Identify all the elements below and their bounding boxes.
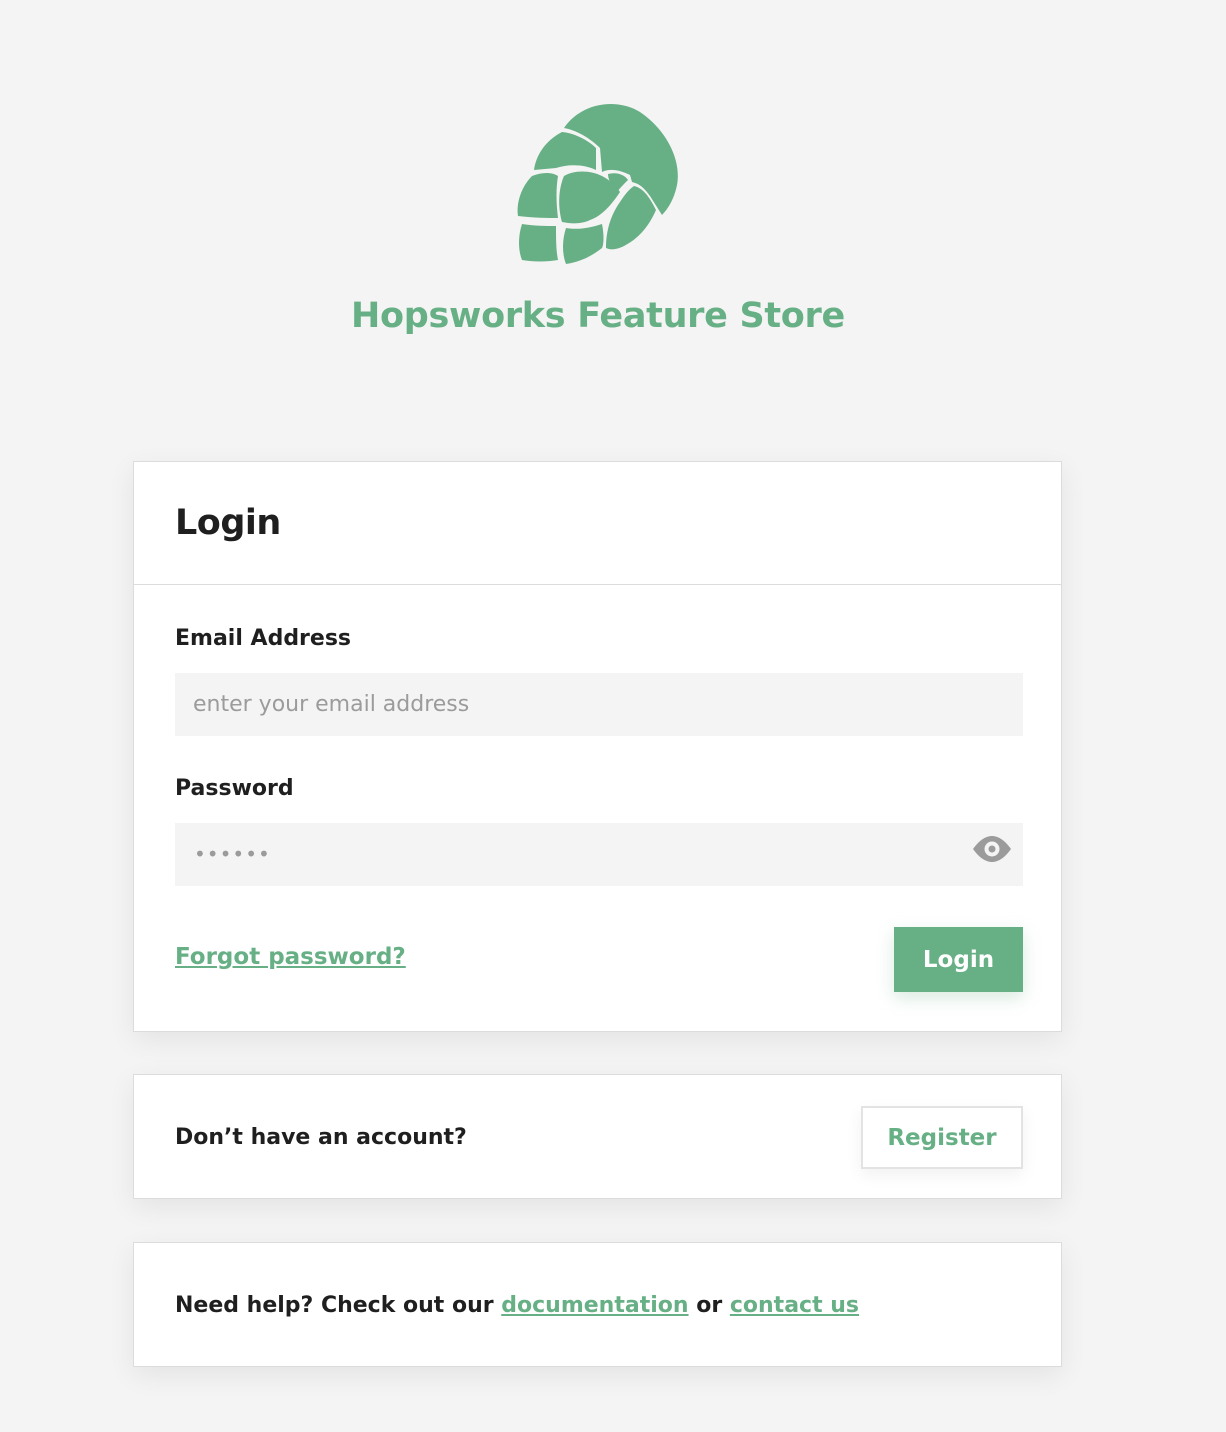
password-label: Password — [175, 776, 294, 801]
forgot-password-link[interactable]: Forgot password? — [175, 944, 406, 970]
register-prompt: Don’t have an account? — [175, 1125, 467, 1150]
contact-us-link[interactable]: contact us — [730, 1293, 859, 1318]
password-field[interactable]: •••••• — [175, 823, 1023, 886]
documentation-link[interactable]: documentation — [501, 1293, 688, 1318]
register-card: Don’t have an account? Register — [133, 1074, 1062, 1199]
login-title: Login — [175, 503, 281, 543]
help-text: Need help? Check out our documentation o… — [175, 1243, 859, 1368]
login-page: Hopsworks Feature Store Login Email Addr… — [0, 0, 1226, 1432]
brand-title: Hopsworks Feature Store — [351, 296, 845, 336]
password-value: •••••• — [194, 842, 271, 866]
help-middle: or — [696, 1293, 723, 1318]
register-button[interactable]: Register — [861, 1106, 1023, 1169]
hop-cone-icon — [517, 104, 678, 264]
help-prefix: Need help? Check out our — [175, 1293, 494, 1318]
email-field[interactable] — [175, 673, 1023, 736]
login-card: Login Email Address Password •••••• Forg… — [133, 461, 1062, 1032]
email-field-container — [175, 673, 1023, 736]
help-card: Need help? Check out our documentation o… — [133, 1242, 1062, 1367]
login-header: Login — [134, 462, 1061, 585]
eye-icon[interactable] — [971, 834, 1013, 864]
email-label: Email Address — [175, 626, 352, 651]
login-button[interactable]: Login — [894, 927, 1023, 992]
